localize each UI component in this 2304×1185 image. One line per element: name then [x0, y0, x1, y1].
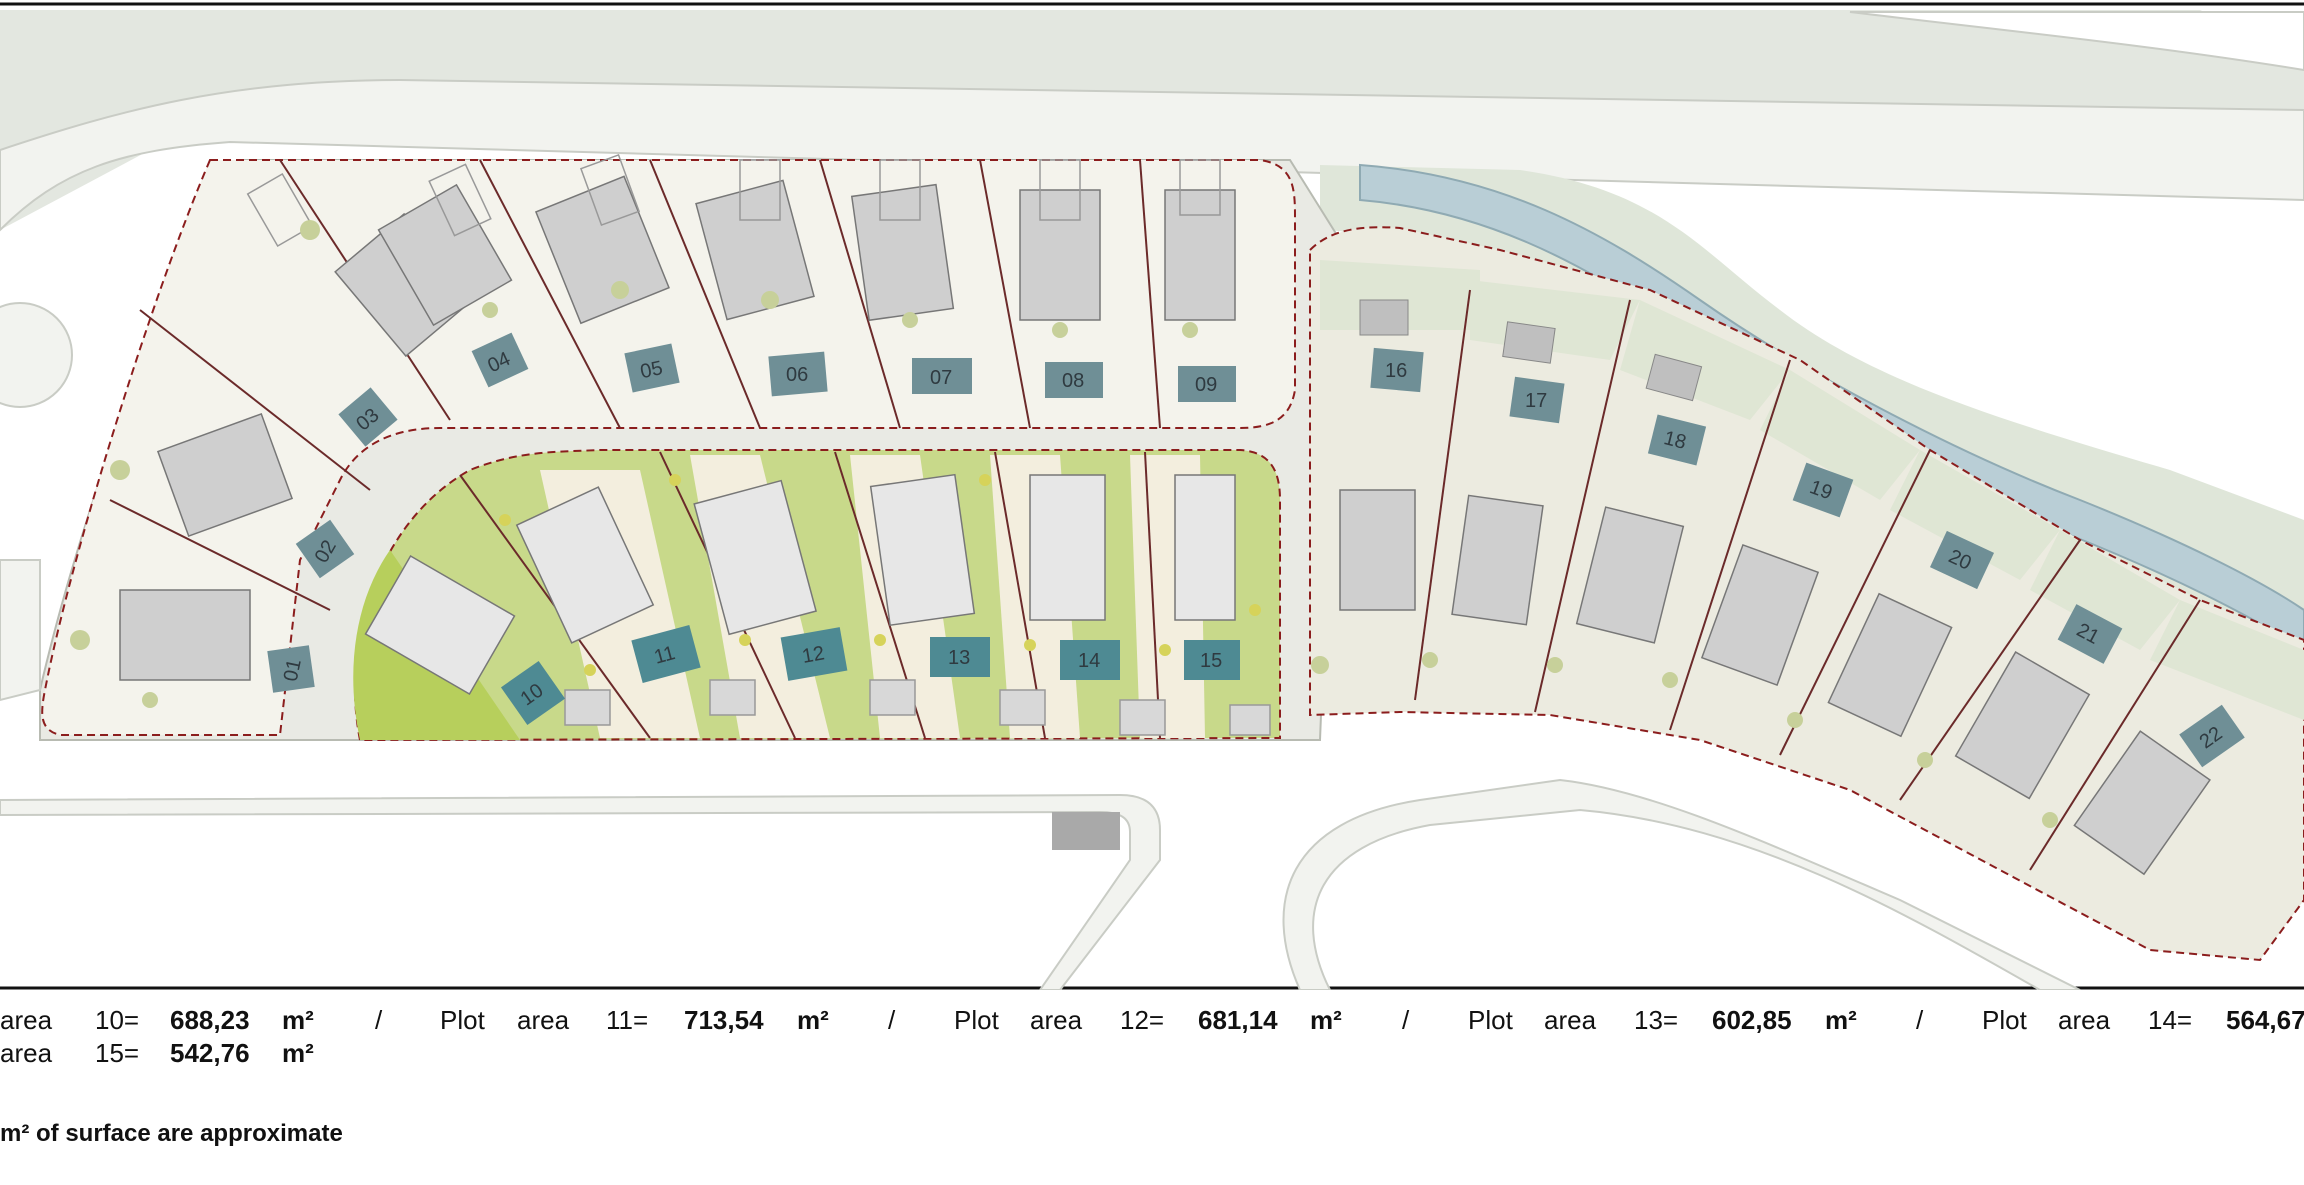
- plot-label-09[interactable]: 09: [1178, 366, 1236, 402]
- plot-number: 05: [638, 357, 664, 383]
- caption-word: Plot: [1982, 1005, 2027, 1035]
- approximate-surface-note: m² of surface are approximate: [0, 1120, 343, 1147]
- plot-number: 06: [786, 364, 808, 386]
- caption-value: 681,14: [1198, 1005, 1278, 1035]
- caption-word: area: [0, 1038, 53, 1068]
- caption-unit: m²: [282, 1005, 314, 1035]
- plot-label-08[interactable]: 08: [1045, 362, 1103, 398]
- plot-number: 17: [1525, 390, 1547, 412]
- plot-number: 07: [930, 367, 952, 389]
- site-plan-map: 01 02 03 04 05 06 07 08 09 10 11 12 13 1…: [0, 2, 2304, 990]
- plot-number: 13: [948, 647, 970, 669]
- plot-label-16[interactable]: 16: [1370, 347, 1424, 393]
- caption-unit: m²: [1825, 1005, 1857, 1035]
- caption-plot-number: 10=: [95, 1005, 140, 1035]
- caption-word: Plot: [440, 1005, 485, 1035]
- caption-plot-number: 13=: [1634, 1005, 1679, 1035]
- plot-label-07[interactable]: 07: [912, 358, 972, 394]
- caption-word: area: [517, 1005, 570, 1035]
- caption-separator: /: [1916, 1005, 1924, 1035]
- lower-road-left: [0, 793, 1161, 990]
- plot-label-17[interactable]: 17: [1509, 376, 1565, 424]
- plot-number: 16: [1385, 360, 1407, 382]
- caption-plot-number: 14=: [2148, 1005, 2193, 1035]
- caption-value: 713,54: [684, 1005, 764, 1035]
- plot-number: 09: [1195, 374, 1217, 396]
- plot-label-01[interactable]: 01: [267, 645, 315, 693]
- caption-plot-number: 12=: [1120, 1005, 1165, 1035]
- caption-word: Plot: [1468, 1005, 1513, 1035]
- plot-label-15[interactable]: 15: [1184, 640, 1240, 680]
- caption-value: 688,23: [170, 1005, 250, 1035]
- plot-label-14[interactable]: 14: [1060, 640, 1120, 680]
- caption-separator: /: [888, 1005, 896, 1035]
- caption-word: area: [1544, 1005, 1597, 1035]
- caption-word: area: [1030, 1005, 1083, 1035]
- plot-area-row-2: area 15= 542,76 m²: [0, 1038, 2304, 1072]
- plot-number: 12: [800, 642, 826, 668]
- caption-word: Plot: [954, 1005, 999, 1035]
- caption-unit: m²: [797, 1005, 829, 1035]
- plot-number: 01: [280, 657, 306, 683]
- caption-value: 602,85: [1712, 1005, 1792, 1035]
- caption-word: area: [0, 1005, 53, 1035]
- caption-value: 542,76: [170, 1038, 250, 1068]
- utility-building: [1052, 812, 1120, 850]
- plot-number: 15: [1200, 650, 1222, 672]
- roundabout: [0, 302, 73, 408]
- middle-row-plots: [353, 449, 1281, 742]
- caption-unit: m²: [1310, 1005, 1342, 1035]
- caption-separator: /: [375, 1005, 383, 1035]
- caption-value: 564,67: [2226, 1005, 2304, 1035]
- caption-separator: /: [1402, 1005, 1410, 1035]
- side-road-left: [0, 559, 41, 702]
- plot-area-row-1: area 10= 688,23 m² / Plot area 11= 713,5…: [0, 1005, 2304, 1039]
- caption-word: area: [2058, 1005, 2111, 1035]
- plot-number: 14: [1078, 650, 1100, 672]
- plot-label-13[interactable]: 13: [930, 637, 990, 677]
- caption-plot-number: 11=: [606, 1005, 649, 1035]
- caption-plot-number: 15=: [95, 1038, 140, 1068]
- caption-unit: m²: [282, 1038, 314, 1068]
- plot-label-06[interactable]: 06: [768, 351, 828, 397]
- plot-number: 08: [1062, 370, 1084, 392]
